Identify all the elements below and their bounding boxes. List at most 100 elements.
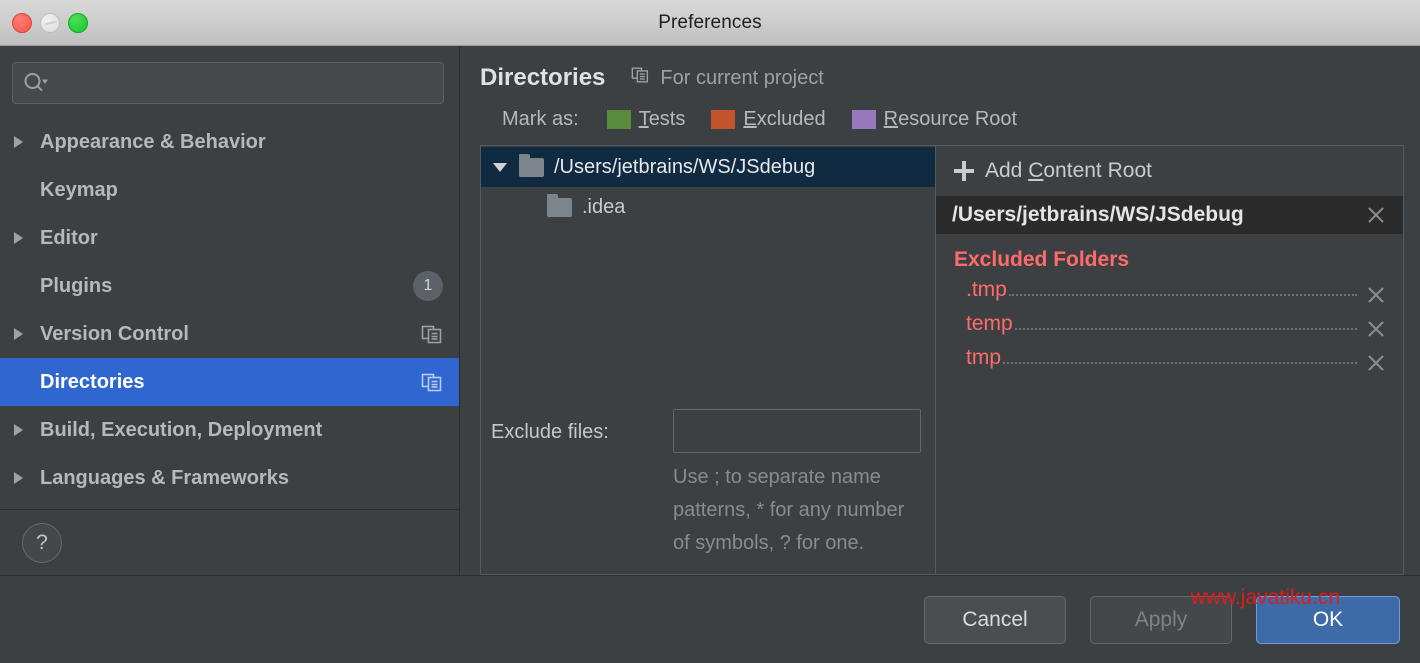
sidebar-item-build-execution-deployment[interactable]: Build, Execution, Deployment [0,406,459,454]
directories-panes: /Users/jetbrains/WS/JSdebug .idea Exclud… [480,145,1404,575]
settings-sidebar: Appearance & Behavior Keymap Editor Plug… [0,46,460,575]
mark-as-excluded-button[interactable]: Excluded [711,108,825,131]
sidebar-item-label: Version Control [40,323,421,346]
content-roots-pane: Add Content Root /Users/jetbrains/WS/JSd… [936,145,1404,575]
exclude-files-label: Exclude files: [491,409,673,560]
mark-as-resource-root-label: esource Root [898,108,1017,130]
content-root-path: /Users/jetbrains/WS/JSdebug [952,203,1353,227]
scope-note: For current project [631,65,823,91]
exclude-files-row: Exclude files: Use ; to separate name pa… [481,409,935,574]
settings-main-panel: Directories For current project [460,46,1420,575]
exclude-files-input[interactable] [673,409,921,453]
add-content-root-mnemonic: C [1028,159,1043,182]
mark-as-tests-mnemonic: T [639,108,649,130]
tree-row-label: .idea [582,196,625,219]
sidebar-item-tools[interactable]: Tools [0,502,459,509]
directory-tree: /Users/jetbrains/WS/JSdebug .idea [481,146,935,227]
folder-icon-tests [607,110,631,129]
sidebar-item-languages-frameworks[interactable]: Languages & Frameworks [0,454,459,502]
folder-icon-excluded [711,110,735,129]
tree-row-label: /Users/jetbrains/WS/JSdebug [554,156,815,179]
content-root-header: /Users/jetbrains/WS/JSdebug [936,196,1403,234]
folder-icon [519,158,544,177]
tree-row-idea[interactable]: .idea [481,187,935,227]
exclude-files-right: Use ; to separate name patterns, * for a… [673,409,921,560]
add-content-root-label-prefix: Add [985,159,1028,182]
mark-as-resource-root-button[interactable]: Resource Root [852,108,1017,131]
close-window-button[interactable] [12,13,32,33]
chevron-down-icon[interactable] [491,163,509,172]
project-scope-icon [421,323,443,345]
sidebar-item-label: Editor [40,227,443,250]
dialog-button-bar: www.javatiku.cn Cancel Apply OK [0,575,1420,663]
project-scope-icon [631,65,651,91]
sidebar-item-label: Languages & Frameworks [40,467,443,490]
leader-line [1009,294,1357,296]
excluded-folder-row: .tmp [954,278,1389,312]
sidebar-item-label: Appearance & Behavior [40,131,443,154]
zoom-window-button[interactable] [68,13,88,33]
remove-content-root-button[interactable] [1363,202,1389,228]
add-content-root-button[interactable]: Add Content Root [936,146,1403,196]
mark-as-resource-root-mnemonic: R [884,108,898,130]
plus-icon [954,161,974,181]
tree-row-content-root[interactable]: /Users/jetbrains/WS/JSdebug [481,147,935,187]
remove-excluded-folder-button[interactable] [1363,282,1389,308]
mark-as-excluded-mnemonic: E [743,108,756,130]
directory-tree-pane: /Users/jetbrains/WS/JSdebug .idea Exclud… [480,145,936,575]
plugins-update-badge: 1 [413,271,443,301]
sidebar-item-label: Build, Execution, Deployment [40,419,443,442]
excluded-folder-row: tmp [954,346,1389,380]
excluded-folders-title: Excluded Folders [954,248,1389,278]
settings-nav-list: Appearance & Behavior Keymap Editor Plug… [0,114,459,509]
window-body: Appearance & Behavior Keymap Editor Plug… [0,46,1420,575]
sidebar-item-version-control[interactable]: Version Control [0,310,459,358]
sidebar-item-appearance-behavior[interactable]: Appearance & Behavior [0,118,459,166]
excluded-folder-name: .tmp [966,278,1007,302]
help-button[interactable]: ? [22,523,62,563]
chevron-right-icon [14,136,40,148]
window-controls [12,0,88,45]
search-input[interactable] [49,74,433,92]
page-header: Directories For current project [480,64,1404,108]
mark-as-excluded-label: xcluded [757,108,826,130]
sidebar-item-label: Plugins [40,275,413,298]
chevron-right-icon [14,328,40,340]
leader-line [1003,362,1357,364]
sidebar-search-wrap [0,46,459,114]
add-content-root-label-rest: ontent Root [1043,159,1152,182]
exclude-files-hint: Use ; to separate name patterns, * for a… [673,461,921,560]
search-icon [23,72,49,94]
sidebar-item-keymap[interactable]: Keymap [0,166,459,214]
sidebar-item-editor[interactable]: Editor [0,214,459,262]
excluded-folder-name: tmp [966,346,1001,370]
preferences-window: Preferences [0,0,1420,663]
sidebar-item-label: Keymap [40,179,443,202]
directories-page: Directories For current project [460,46,1420,575]
remove-excluded-folder-button[interactable] [1363,316,1389,342]
mark-as-tests-button[interactable]: Tests [607,108,686,131]
remove-excluded-folder-button[interactable] [1363,350,1389,376]
project-scope-icon [421,371,443,393]
folder-icon-resource-root [852,110,876,129]
sidebar-footer: ? [0,509,459,575]
ok-button[interactable]: OK [1256,596,1400,644]
folder-icon [547,198,572,217]
excluded-folder-name: temp [966,312,1013,336]
mark-as-tests-label: ests [649,108,686,130]
cancel-button[interactable]: Cancel [924,596,1066,644]
apply-button[interactable]: Apply [1090,596,1232,644]
leader-line [1015,328,1357,330]
sidebar-item-label: Directories [40,371,421,394]
chevron-right-icon [14,232,40,244]
sidebar-item-plugins[interactable]: Plugins 1 [0,262,459,310]
window-titlebar: Preferences [0,0,1420,46]
search-box[interactable] [12,62,444,104]
window-title: Preferences [0,12,1420,34]
excluded-folder-row: temp [954,312,1389,346]
chevron-right-icon [14,472,40,484]
tree-empty-space [481,227,935,409]
minimize-window-button[interactable] [40,13,60,33]
mark-as-toolbar: Mark as: Tests Excluded Resource Root [480,108,1404,145]
sidebar-item-directories[interactable]: Directories [0,358,459,406]
